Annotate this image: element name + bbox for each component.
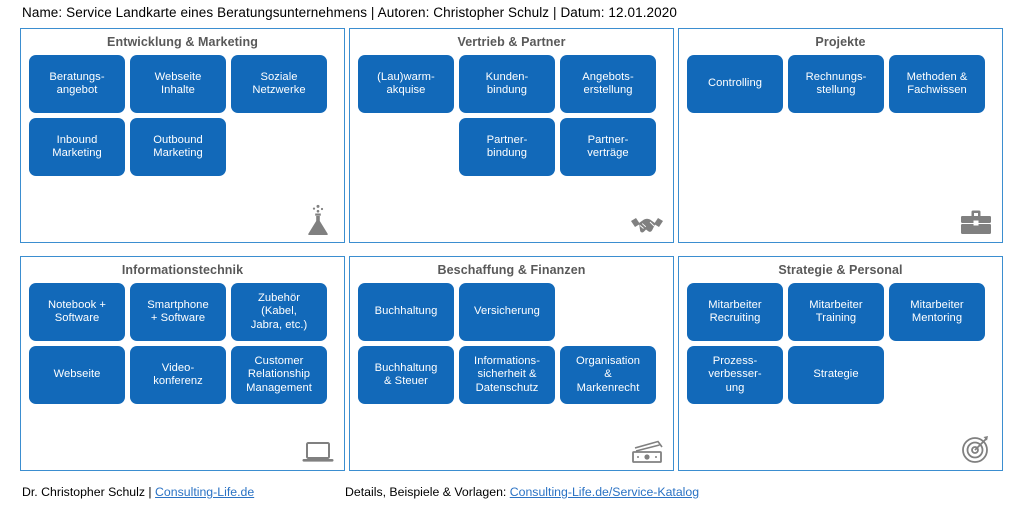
- panel-card-list: Mitarbeiter Recruiting Mitarbeiter Traini…: [679, 283, 1002, 404]
- footer: Dr. Christopher Schulz | Consulting-Life…: [0, 485, 1024, 507]
- service-card[interactable]: Webseite Inhalte: [130, 55, 226, 113]
- service-card[interactable]: Webseite: [29, 346, 125, 404]
- service-card[interactable]: Rechnungs- stellung: [788, 55, 884, 113]
- service-card[interactable]: Buchhaltung & Steuer: [358, 346, 454, 404]
- footer-details-label: Details, Beispiele & Vorlagen:: [345, 485, 510, 499]
- panel-card-list: Notebook + Software Smartphone + Software…: [21, 283, 344, 404]
- target-icon: [959, 430, 993, 464]
- service-card[interactable]: Zubehör (Kabel, Jabra, etc.): [231, 283, 327, 341]
- panel-2: Vertrieb & Partner (Lau)warm- akquise Kund…: [349, 28, 674, 243]
- panel-5: Beschaffung & Finanzen Buchhaltung Versich…: [349, 256, 674, 471]
- service-card[interactable]: Buchhaltung: [358, 283, 454, 341]
- panel-title: Entwicklung & Marketing: [107, 35, 258, 49]
- briefcase-icon: [959, 202, 993, 236]
- panel-title: Vertrieb & Partner: [457, 35, 566, 49]
- service-card[interactable]: Notebook + Software: [29, 283, 125, 341]
- panel-card-list: Beratungs- angebot Webseite Inhalte Sozial…: [21, 55, 344, 176]
- panel-title: Informationstechnik: [121, 263, 244, 277]
- service-card[interactable]: Versicherung: [459, 283, 555, 341]
- footer-author-label: Dr. Christopher Schulz |: [22, 485, 156, 499]
- service-card[interactable]: Video- konferenz: [130, 346, 226, 404]
- service-card[interactable]: Partner- bindung: [459, 118, 555, 176]
- service-card[interactable]: Prozess- verbesser- ung: [687, 346, 783, 404]
- footer-details-link[interactable]: Consulting-Life.de/Service-Katalog: [510, 485, 699, 499]
- footer-author-link[interactable]: Consulting-Life.de: [155, 485, 254, 499]
- panel-1: Entwicklung & Marketing Beratungs- angebo…: [20, 28, 345, 243]
- panel-6: Strategie & Personal Mitarbeiter Recruiti…: [678, 256, 1003, 471]
- card-spacer: [358, 118, 454, 176]
- laptop-icon: [301, 430, 335, 464]
- service-card[interactable]: Outbound Marketing: [130, 118, 226, 176]
- panel-4: Informationstechnik Notebook + Software Sm…: [20, 256, 345, 471]
- card-spacer: [560, 283, 656, 341]
- service-card[interactable]: Mitarbeiter Recruiting: [687, 283, 783, 341]
- service-card[interactable]: Angebots- erstellung: [560, 55, 656, 113]
- service-card[interactable]: Smartphone + Software: [130, 283, 226, 341]
- service-card[interactable]: Customer Relationship Management: [231, 346, 327, 404]
- footer-details: Details, Beispiele & Vorlagen: Consultin…: [345, 485, 699, 499]
- panel-title: Strategie & Personal: [778, 263, 903, 277]
- money-icon: [630, 430, 664, 464]
- service-card[interactable]: Partner- verträge: [560, 118, 656, 176]
- service-card[interactable]: Soziale Netzwerke: [231, 55, 327, 113]
- panel-card-list: Controlling Rechnungs- stellung Methoden &…: [679, 55, 1002, 113]
- panel-3: Projekte Controlling Rechnungs- stellung Me…: [678, 28, 1003, 243]
- handshake-icon: [630, 202, 664, 236]
- service-card[interactable]: Informations- sicherheit & Datenschutz: [459, 346, 555, 404]
- panel-card-list: (Lau)warm- akquise Kunden- bindung Angebot…: [350, 55, 673, 176]
- service-card[interactable]: Controlling: [687, 55, 783, 113]
- service-card[interactable]: Mitarbeiter Training: [788, 283, 884, 341]
- flask-icon: [301, 202, 335, 236]
- footer-author: Dr. Christopher Schulz | Consulting-Life…: [22, 485, 254, 499]
- service-card[interactable]: Inbound Marketing: [29, 118, 125, 176]
- page-title: Name: Service Landkarte eines Beratungsu…: [22, 5, 677, 20]
- panel-title: Beschaffung & Finanzen: [437, 263, 586, 277]
- service-card[interactable]: Organisation & Markenrecht: [560, 346, 656, 404]
- service-card[interactable]: Beratungs- angebot: [29, 55, 125, 113]
- service-card[interactable]: (Lau)warm- akquise: [358, 55, 454, 113]
- service-map-grid: Entwicklung & Marketing Beratungs- angebo…: [20, 28, 1004, 471]
- service-card[interactable]: Methoden & Fachwissen: [889, 55, 985, 113]
- service-card[interactable]: Mitarbeiter Mentoring: [889, 283, 985, 341]
- panel-card-list: Buchhaltung Versicherung Buchhaltung & Ste…: [350, 283, 673, 404]
- service-card[interactable]: Kunden- bindung: [459, 55, 555, 113]
- panel-title: Projekte: [815, 35, 866, 49]
- service-card[interactable]: Strategie: [788, 346, 884, 404]
